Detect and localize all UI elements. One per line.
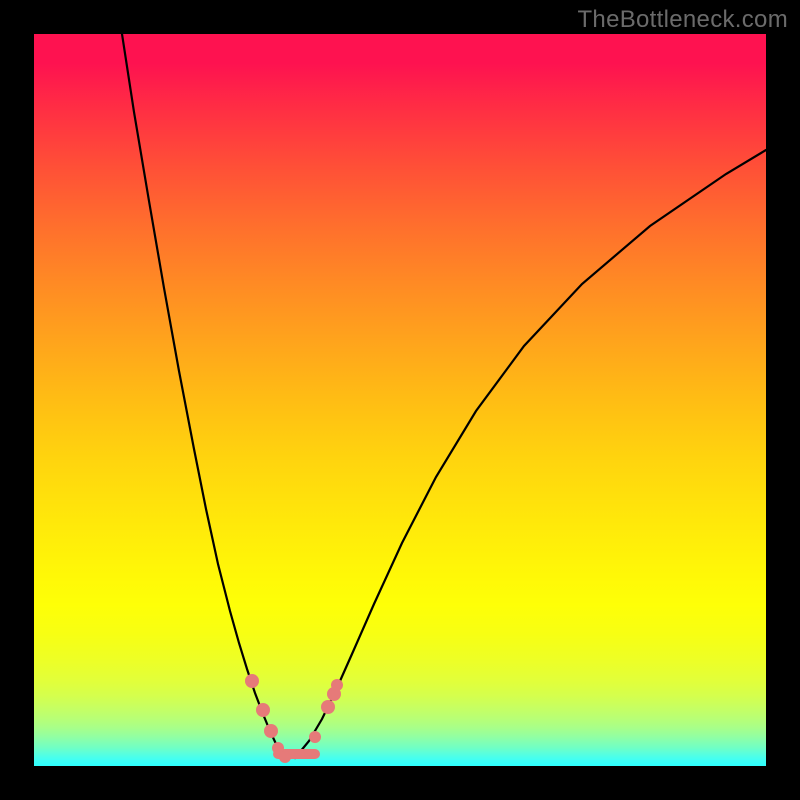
left-upper-dot bbox=[245, 674, 259, 688]
bottleneck-curve-right bbox=[295, 150, 766, 758]
bottleneck-curve-left bbox=[122, 34, 295, 758]
right-top-dot bbox=[331, 679, 343, 691]
curve-layer bbox=[34, 34, 766, 766]
chart-frame: TheBottleneck.com bbox=[0, 0, 800, 800]
valley-left-dot bbox=[279, 751, 291, 763]
watermark-label: TheBottleneck.com bbox=[577, 6, 788, 34]
left-mid-dot bbox=[256, 703, 270, 717]
valley-right-dot bbox=[309, 731, 321, 743]
left-lower-dot bbox=[264, 724, 278, 738]
right-upper-dot-a bbox=[321, 700, 335, 714]
